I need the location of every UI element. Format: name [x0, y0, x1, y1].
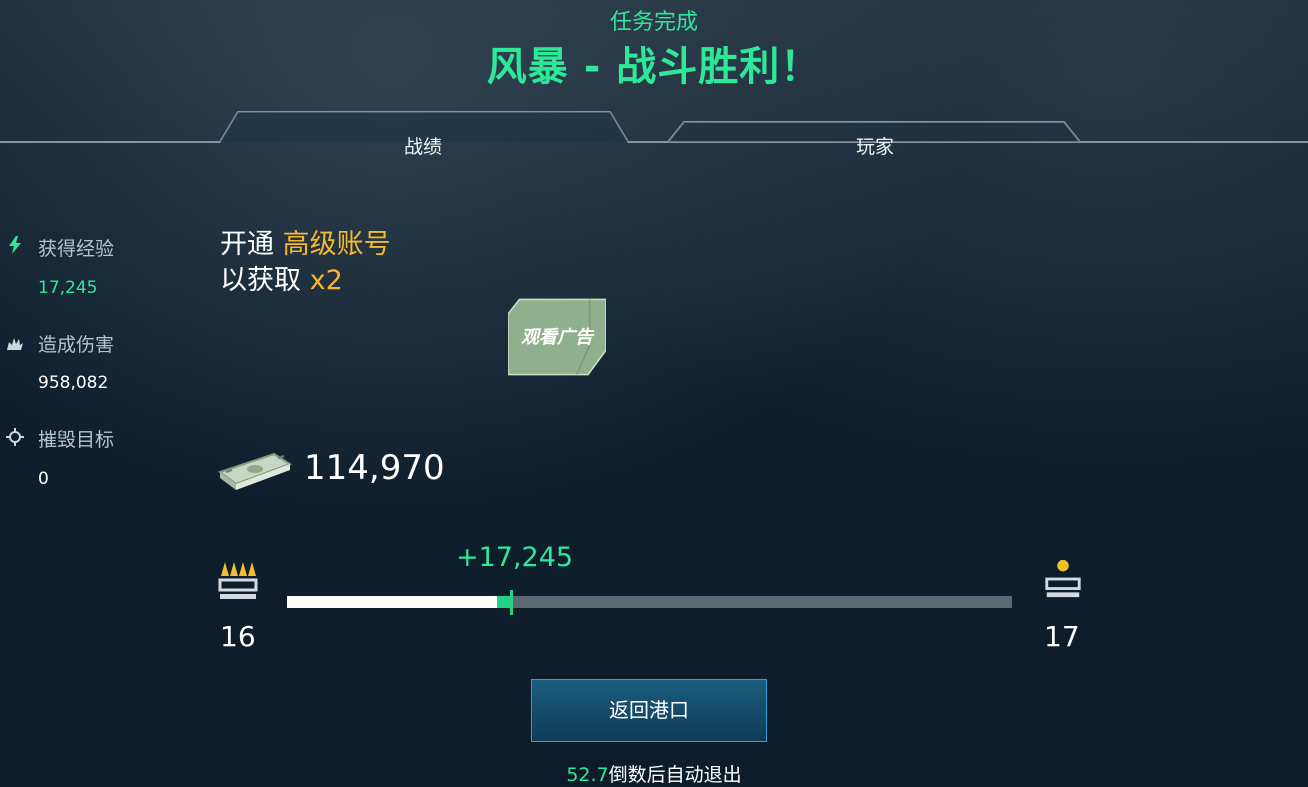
- rank-insignia-next-icon: [1045, 559, 1081, 598]
- xp-progress-marker: [510, 590, 513, 615]
- promo-line-2-prefix: 以获取: [220, 265, 301, 296]
- cash-icon: [218, 452, 292, 490]
- xp-progress-base: [287, 596, 497, 608]
- multiplier-label: x2: [309, 265, 343, 296]
- stat-damage-label: 造成伤害: [38, 334, 115, 356]
- money-value: 114,970: [304, 448, 445, 488]
- auto-exit-countdown: 52.7倒数后自动退出: [0, 760, 1308, 787]
- rank-insignia-current-icon: [218, 562, 258, 599]
- stat-destroyed-value: 0: [38, 469, 49, 489]
- xp-gain-label: +17,245: [456, 542, 574, 573]
- explosion-icon: [7, 338, 23, 350]
- premium-account-link[interactable]: 高级账号: [283, 229, 391, 260]
- return-to-port-button[interactable]: 返回港口: [531, 679, 767, 742]
- header-title: 风暴 - 战斗胜利！: [486, 44, 822, 90]
- rank-next-number: 17: [1044, 620, 1080, 653]
- watch-ad-label: 观看广告: [521, 327, 593, 348]
- promo-line-1: 开通 高级账号: [220, 222, 391, 261]
- countdown-seconds: 52.7: [566, 764, 609, 786]
- countdown-suffix: 倒数后自动退出: [608, 764, 742, 786]
- stat-damage-value: 958,082: [38, 373, 109, 393]
- promo-line-1-prefix: 开通: [220, 229, 274, 260]
- header-subtitle: 任务完成: [609, 10, 698, 35]
- stat-destroyed-label: 摧毁目标: [38, 429, 115, 451]
- rank-current-number: 16: [220, 620, 256, 653]
- stat-xp-label: 获得经验: [38, 238, 115, 260]
- promo-line-2: 以获取 x2: [220, 258, 343, 297]
- tab-bar: [0, 111, 1308, 143]
- tab-players[interactable]: 玩家: [775, 132, 975, 159]
- stat-xp-value: 17,245: [38, 278, 98, 298]
- lightning-icon: [9, 236, 21, 254]
- tab-stats[interactable]: 战绩: [323, 132, 523, 159]
- crosshair-icon: [6, 428, 24, 446]
